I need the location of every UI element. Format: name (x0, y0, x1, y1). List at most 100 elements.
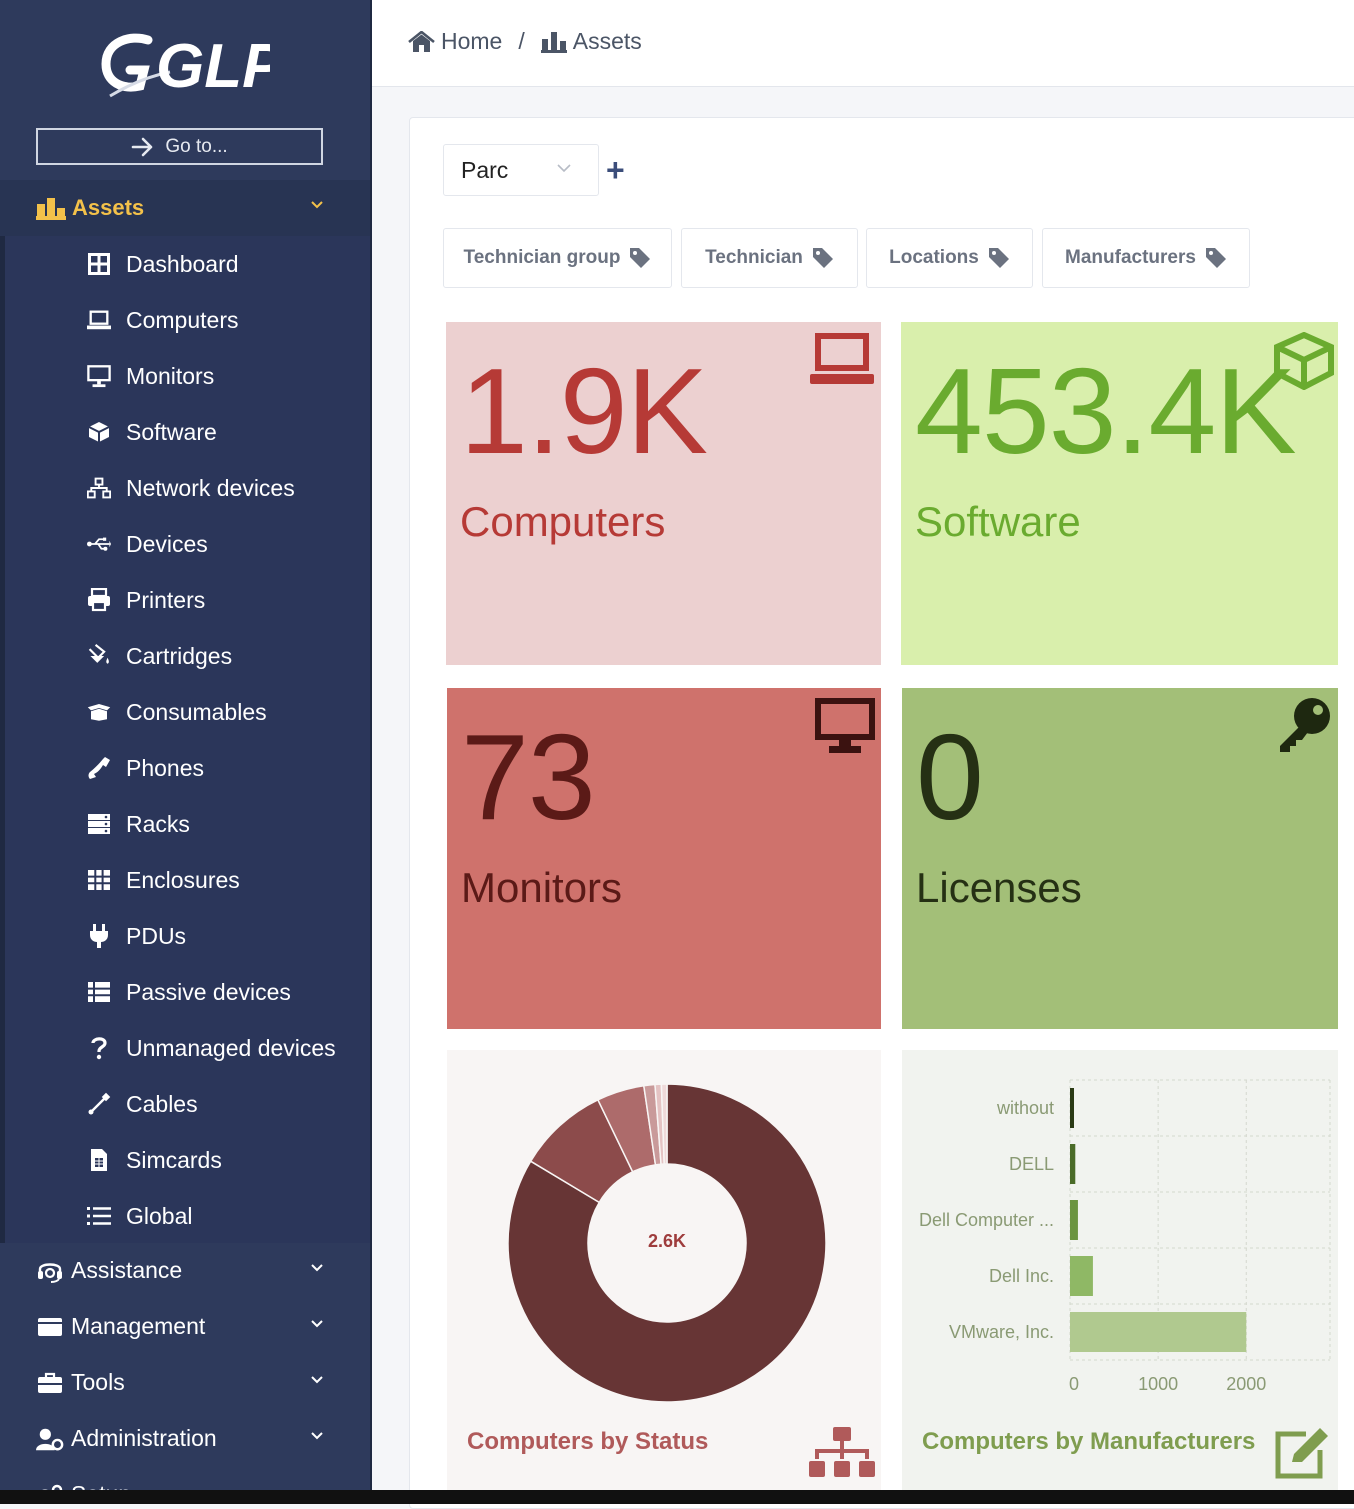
tick-label: 2000 (1226, 1374, 1266, 1394)
filter-technician[interactable]: Technician (681, 228, 858, 288)
sidebar-item-label: Global (126, 1202, 193, 1229)
breadcrumb-current[interactable]: Assets (573, 28, 642, 55)
chevron-down-icon (311, 1264, 323, 1272)
laptop-icon (810, 333, 874, 384)
filter-manufacturers[interactable]: Manufacturers (1042, 228, 1250, 288)
sidebar-section-label: Management (71, 1313, 206, 1339)
edit-icon (1275, 1428, 1328, 1479)
sidebar-item-pdus[interactable]: PDUs (5, 908, 370, 964)
sidebar-item-label: Unmanaged devices (126, 1034, 336, 1061)
category-label: Dell Inc. (989, 1266, 1054, 1286)
sidebar-item-enclosures[interactable]: Enclosures (5, 852, 370, 908)
sidebar-section-assets[interactable]: Assets (0, 180, 370, 236)
bar[interactable] (1070, 1144, 1076, 1184)
sidebar-item-monitors[interactable]: Monitors (5, 348, 370, 404)
breadcrumb-home[interactable]: Home (441, 28, 502, 55)
category-label: Dell Computer ... (919, 1210, 1054, 1230)
glpi-logo-text: GLPI (156, 32, 270, 100)
sidebar-item-label: Printers (126, 586, 206, 613)
chevron-down-icon (311, 1376, 323, 1384)
tile-monitors[interactable]: 73 Monitors (447, 688, 881, 1029)
tile-value: 73 (461, 709, 596, 845)
sidebar: GLPI Go to... Assets Dashboard Computers… (0, 0, 370, 1504)
filter-locations[interactable]: Locations (866, 228, 1033, 288)
tile-computers[interactable]: 1.9K Computers (446, 322, 881, 665)
sidebar-scrollbar[interactable] (370, 0, 372, 1504)
sidebar-item-dashboard[interactable]: Dashboard (5, 236, 370, 292)
sidebar-item-label: Simcards (126, 1146, 222, 1173)
filter-technician-group[interactable]: Technician group (443, 228, 672, 288)
add-dashboard-button[interactable]: + (606, 154, 625, 186)
dashboard-selector-value: Parc (461, 157, 509, 183)
filter-label: Manufacturers (1065, 247, 1196, 268)
tick-label: 0 (1069, 1374, 1079, 1394)
sidebar-item-label: Cartridges (126, 642, 233, 669)
bar[interactable] (1070, 1256, 1093, 1296)
grid-icon (87, 868, 111, 892)
sidebar-item-computers[interactable]: Computers (5, 292, 370, 348)
assets-submenu: Dashboard Computers Monitors Software Ne… (0, 236, 370, 1243)
plug-icon (87, 924, 111, 948)
sidebar-section-tools[interactable]: Tools (0, 1355, 370, 1411)
sidebar-item-software[interactable]: Software (5, 404, 370, 460)
sidebar-item-printers[interactable]: Printers (5, 572, 370, 628)
tile-software[interactable]: 453.4K Software (901, 322, 1338, 665)
glpi-logo[interactable]: GLPI (100, 30, 270, 100)
usb-icon (87, 532, 111, 556)
monitor-icon (87, 364, 111, 388)
sidebar-item-label: Network devices (126, 474, 295, 501)
bar[interactable] (1070, 1312, 1247, 1352)
sidebar-item-label: Computers (126, 306, 239, 333)
sidebar-item-label: Racks (126, 810, 190, 837)
goto-label: Go to... (165, 135, 228, 157)
sidebar-section-label: Tools (71, 1369, 125, 1395)
user-cog-icon (36, 1427, 64, 1451)
list-icon (87, 1204, 111, 1228)
sidebar-item-cartridges[interactable]: Cartridges (5, 628, 370, 684)
tick-label: 1000 (1138, 1374, 1178, 1394)
tag-icon (812, 248, 833, 268)
box-open-icon (87, 700, 111, 724)
sidebar-item-label: Software (126, 418, 217, 445)
sidebar-item-phones[interactable]: Phones (5, 740, 370, 796)
sidebar-section-label: Assets (72, 195, 145, 220)
tile-value: 1.9K (460, 343, 708, 479)
sidebar-section-label: Administration (71, 1425, 217, 1451)
sidebar-item-devices[interactable]: Devices (5, 516, 370, 572)
pie-center-label: 2.6K (648, 1231, 686, 1251)
sidebar-section-administration[interactable]: Administration (0, 1411, 370, 1467)
goto-button[interactable]: Go to... (36, 128, 323, 165)
dashboard-selector[interactable]: Parc (443, 144, 599, 196)
tag-icon (630, 248, 651, 268)
sidebar-item-consumables[interactable]: Consumables (5, 684, 370, 740)
category-label: without (996, 1098, 1054, 1118)
tile-label: Licenses (916, 864, 1082, 911)
widget-computers-by-status[interactable]: 2.6K Computers by Status (447, 1050, 881, 1504)
toolbox-icon (36, 1371, 64, 1395)
sidebar-item-global[interactable]: Global (5, 1188, 370, 1244)
assets-icon (36, 198, 66, 220)
chevron-down-icon (557, 164, 571, 173)
laptop-icon (87, 308, 111, 332)
sidebar-item-label: PDUs (126, 922, 187, 949)
tile-licenses[interactable]: 0 Licenses (902, 688, 1338, 1029)
bar[interactable] (1070, 1088, 1074, 1128)
chevron-down-icon (311, 1432, 323, 1440)
sidebar-section-management[interactable]: Management (0, 1299, 370, 1355)
monitor-icon (815, 698, 875, 753)
sidebar-item-racks[interactable]: Racks (5, 796, 370, 852)
sidebar-section-label: Assistance (71, 1257, 183, 1283)
headset-icon (36, 1259, 64, 1283)
key-icon (1280, 698, 1330, 752)
sidebar-item-simcards[interactable]: Simcards (5, 1132, 370, 1188)
tile-label: Software (915, 498, 1081, 545)
tag-icon (1205, 248, 1226, 268)
sidebar-item-cables[interactable]: Cables (5, 1076, 370, 1132)
sidebar-section-assistance[interactable]: Assistance (0, 1243, 370, 1299)
sidebar-item-unmanaged-devices[interactable]: Unmanaged devices (5, 1020, 370, 1076)
sidebar-item-passive-devices[interactable]: Passive devices (5, 964, 370, 1020)
bar[interactable] (1070, 1200, 1078, 1240)
category-label: DELL (1009, 1154, 1054, 1174)
widget-computers-by-manufacturers[interactable]: without DELL Dell Computer ... Dell Inc. VMw… (902, 1050, 1338, 1504)
sidebar-item-network-devices[interactable]: Network devices (5, 460, 370, 516)
